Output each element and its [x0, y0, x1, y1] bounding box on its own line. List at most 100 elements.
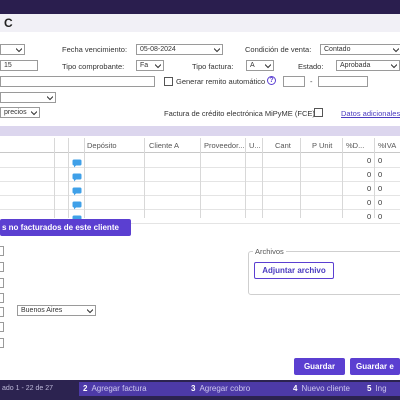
separator: - — [310, 77, 313, 86]
condicion-venta-label: Condición de venta: — [245, 45, 312, 54]
fecha-vencimiento-label: Fecha vencimiento: — [62, 45, 128, 54]
provincia-value: Buenos Aires — [21, 307, 63, 314]
chevron-down-icon — [393, 47, 399, 53]
chevron-down-icon — [214, 47, 220, 53]
generar-remito-label: Generar remito automático — [176, 77, 266, 86]
mini-input[interactable] — [0, 307, 4, 317]
modal-title-bar: C — [0, 14, 400, 32]
task-label: Ing — [375, 384, 387, 393]
chevron-down-icon — [391, 63, 397, 69]
archivos-legend: Archivos — [253, 247, 286, 256]
iva-cell: 0 — [378, 212, 383, 221]
chevron-down-icon — [31, 110, 37, 116]
fecha-vencimiento-value: 05-08-2024 — [140, 46, 176, 53]
numero-input[interactable]: 15 — [0, 60, 38, 71]
grid-divider — [262, 138, 263, 218]
numero-value: 15 — [4, 62, 12, 69]
tipo-comprobante-label: Tipo comprobante: — [62, 62, 125, 71]
iva-cell: 0 — [378, 156, 383, 165]
col-deposito[interactable]: Depósito — [87, 141, 117, 150]
task-ing[interactable]: 5 Ing — [363, 382, 400, 396]
condicion-venta-value: Contado — [324, 46, 351, 53]
chevron-down-icon — [16, 47, 22, 53]
tipo-factura-value: A — [250, 62, 255, 69]
datos-adicionales-link[interactable]: Datos adicionales... — [341, 109, 400, 118]
desc-cell: 0 — [367, 184, 372, 193]
punto-venta-input[interactable] — [283, 76, 305, 87]
grid-divider — [54, 138, 55, 218]
desc-cell: 0 — [367, 170, 372, 179]
condicion-venta-select[interactable]: Contado — [320, 44, 400, 55]
fce-checkbox[interactable] — [314, 108, 323, 117]
chevron-down-icon — [87, 308, 93, 314]
grid-divider — [300, 138, 301, 218]
task-number: 2 — [83, 384, 88, 393]
numero-comprobante-input[interactable] — [318, 76, 368, 87]
task-number: 3 — [191, 384, 196, 393]
guardar-e-button[interactable]: Guardar e — [350, 358, 400, 375]
pagination-status: ado 1 - 22 de 27 — [2, 385, 53, 392]
mini-input[interactable] — [0, 278, 4, 288]
fce-label: Factura de crédito electrónica MiPyME (F… — [164, 109, 315, 118]
iva-cell: 0 — [378, 170, 383, 179]
tipo-comprobante-select[interactable]: Fa — [136, 60, 164, 71]
grid-divider — [84, 138, 85, 218]
task-number: 5 — [367, 384, 372, 393]
col-cliente[interactable]: Cliente A — [149, 141, 179, 150]
chat-bubble-icon[interactable] — [72, 155, 82, 168]
lista-precios-value: precios — [4, 109, 27, 116]
lista-precios-select[interactable]: precios — [0, 107, 40, 118]
fecha-vencimiento-select[interactable]: 05-08-2024 — [136, 44, 223, 55]
task-number: 4 — [293, 384, 298, 393]
task-nuevo-cliente[interactable]: 4 Nuevo cliente — [289, 382, 365, 396]
chat-bubble-icon[interactable] — [72, 169, 82, 182]
generar-remito-checkbox[interactable] — [164, 77, 173, 86]
tipo-comprobante-value: Fa — [140, 62, 149, 69]
chevron-down-icon — [265, 63, 271, 69]
desc-cell: 0 — [367, 156, 372, 165]
adjuntar-archivo-button[interactable]: Adjuntar archivo — [254, 262, 334, 279]
grid-band — [0, 126, 400, 136]
task-label: Agregar cobro — [199, 384, 251, 393]
grid-divider — [245, 138, 246, 218]
grid-divider — [342, 138, 343, 218]
col-cant[interactable]: Cant — [275, 141, 291, 150]
col-desc[interactable]: %D... — [346, 141, 364, 150]
col-iva[interactable]: %IVA — [378, 141, 396, 150]
desc-cell: 0 — [367, 212, 372, 221]
task-agregar-cobro[interactable]: 3 Agregar cobro — [187, 382, 291, 396]
wide-input[interactable] — [0, 76, 155, 87]
help-icon[interactable]: ? — [267, 76, 276, 85]
task-label: Agregar factura — [91, 384, 147, 393]
mini-input[interactable] — [0, 293, 4, 303]
window-top-bar — [0, 0, 400, 14]
tipo-factura-label: Tipo factura: — [192, 62, 234, 71]
guardar-button[interactable]: Guardar — [294, 358, 345, 375]
bottom-taskbar: ado 1 - 22 de 27 2 Agregar factura 3 Agreg… — [0, 380, 400, 400]
items-no-facturados-button[interactable]: s no facturados de este cliente — [0, 219, 131, 236]
modal-title: C — [4, 16, 13, 30]
mini-input[interactable] — [0, 322, 4, 332]
mini-input[interactable] — [0, 246, 4, 256]
mini-input[interactable] — [0, 262, 4, 272]
col-u[interactable]: U... — [249, 141, 261, 150]
estado-select[interactable]: Aprobada — [336, 60, 400, 71]
grid-divider — [68, 138, 69, 218]
iva-cell: 0 — [378, 198, 383, 207]
estado-value: Aprobada — [340, 62, 371, 69]
grid-divider — [144, 138, 145, 218]
col-p-unit[interactable]: P Unit — [312, 141, 332, 150]
desc-cell: 0 — [367, 198, 372, 207]
mini-input[interactable] — [0, 338, 4, 348]
grid-divider — [200, 138, 201, 218]
estado-label: Estado: — [298, 62, 324, 71]
chat-bubble-icon[interactable] — [72, 197, 82, 210]
col-proveedor[interactable]: Proveedor... — [204, 141, 244, 150]
left-select-2[interactable] — [0, 92, 56, 103]
left-select-1[interactable] — [0, 44, 25, 55]
tipo-factura-select[interactable]: A — [246, 60, 274, 71]
provincia-select[interactable]: Buenos Aires — [17, 305, 96, 316]
task-label: Nuevo cliente — [301, 384, 350, 393]
chat-bubble-icon[interactable] — [72, 183, 82, 196]
task-agregar-factura[interactable]: 2 Agregar factura — [79, 382, 189, 396]
